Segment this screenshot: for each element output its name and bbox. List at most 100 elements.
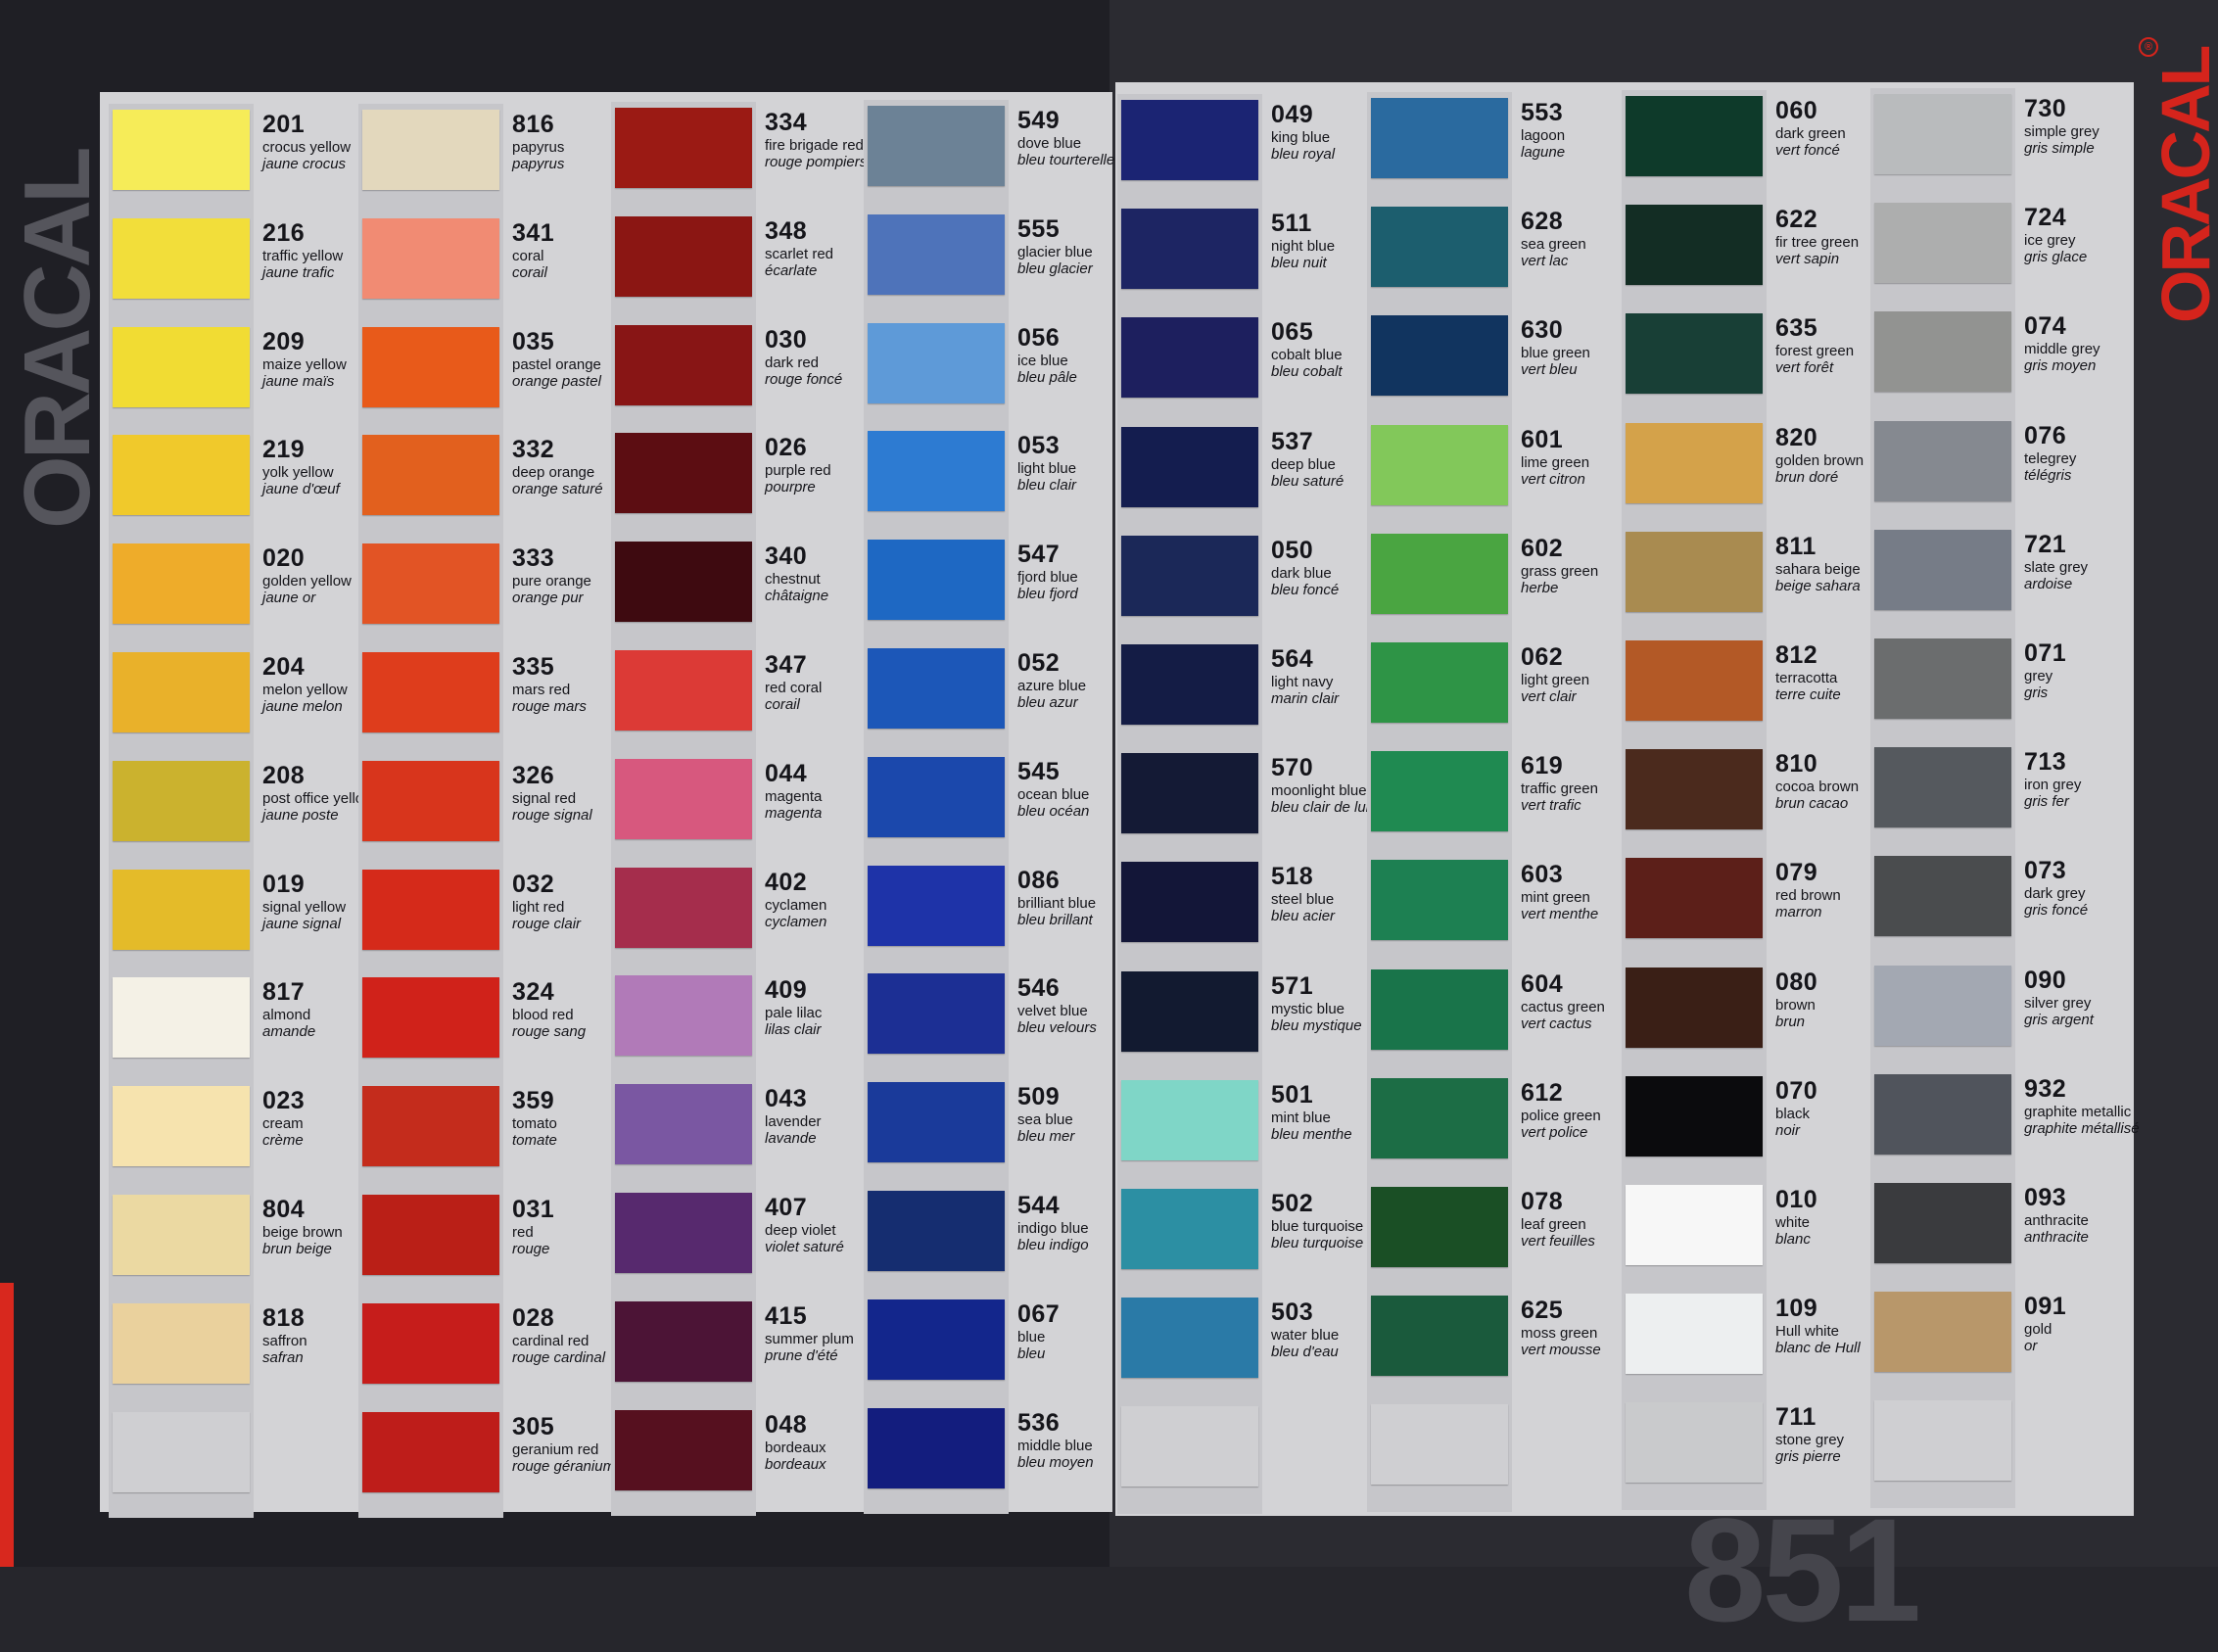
- color-chip: [1371, 315, 1508, 396]
- color-chip: [113, 870, 250, 950]
- blank-chip: [1371, 1404, 1508, 1485]
- color-code: 713: [2024, 748, 2067, 776]
- swatch-label: 091 gold or: [2024, 1292, 2171, 1354]
- swatch-label: 932 graphite metallic graphite métallisé: [2024, 1074, 2171, 1137]
- color-chip: [113, 1195, 250, 1275]
- color-chip: [1121, 644, 1258, 725]
- color-name-french: gris simple: [2024, 140, 2095, 157]
- color-chip: [1121, 536, 1258, 616]
- color-chip: [615, 975, 752, 1056]
- color-name-english: gold: [2024, 1321, 2053, 1338]
- color-chip: [1874, 421, 2011, 501]
- color-code: 091: [2024, 1293, 2067, 1320]
- color-chip: [1371, 860, 1508, 940]
- color-chip: [615, 108, 752, 188]
- color-chip: [362, 761, 499, 841]
- color-chip: [1371, 425, 1508, 505]
- color-chip: [113, 218, 250, 299]
- color-chip: [868, 648, 1005, 729]
- color-chip: [362, 327, 499, 407]
- color-chip: [615, 759, 752, 839]
- red-edge-tab: [0, 1283, 14, 1567]
- color-chip: [868, 866, 1005, 946]
- oracal-logo-left: ORACAL: [5, 150, 110, 529]
- color-chip: [362, 1412, 499, 1492]
- color-chip: [1371, 751, 1508, 831]
- color-chip: [1626, 423, 1763, 503]
- color-chip: [868, 540, 1005, 620]
- color-chip: [1626, 968, 1763, 1048]
- color-name-french: gris moyen: [2024, 357, 2097, 374]
- color-chip: [1371, 642, 1508, 723]
- color-chip: [868, 106, 1005, 186]
- color-chip: [362, 870, 499, 950]
- color-name-french: ardoise: [2024, 576, 2073, 592]
- color-name-english: silver grey: [2024, 995, 2092, 1012]
- color-chip: [1121, 209, 1258, 289]
- color-name-english: dark grey: [2024, 885, 2086, 902]
- color-chip: [1874, 1074, 2011, 1155]
- color-chip: [113, 1303, 250, 1384]
- color-chip: [1626, 96, 1763, 176]
- color-chip: [113, 327, 250, 407]
- color-chip: [1121, 1189, 1258, 1269]
- color-chip: [1874, 530, 2011, 610]
- color-chip: [615, 1301, 752, 1382]
- color-chip: [1121, 1298, 1258, 1378]
- blank-chip: [1121, 1406, 1258, 1487]
- color-code: 721: [2024, 531, 2067, 558]
- blank-chip: [1874, 1400, 2011, 1481]
- color-chip: [1371, 1187, 1508, 1267]
- series-number: 851: [1684, 1487, 1921, 1652]
- color-chip: [362, 977, 499, 1058]
- swatch-label: 074 middle grey gris moyen: [2024, 311, 2171, 374]
- color-chip: [1626, 640, 1763, 721]
- color-name-french: or: [2024, 1338, 2038, 1354]
- color-chip: [1626, 1402, 1763, 1483]
- swatch-label: 721 slate grey ardoise: [2024, 530, 2171, 592]
- color-chip: [1874, 966, 2011, 1046]
- color-chip: [1874, 856, 2011, 936]
- color-chip: [1121, 100, 1258, 180]
- color-chip: [615, 542, 752, 622]
- color-name-french: graphite métallisé: [2024, 1120, 2140, 1137]
- color-name-english: telegrey: [2024, 450, 2077, 467]
- color-chip: [1626, 858, 1763, 938]
- color-chip: [1121, 317, 1258, 398]
- color-name-english: ice grey: [2024, 232, 2076, 249]
- color-chip: [1626, 1185, 1763, 1265]
- color-code: 090: [2024, 967, 2067, 994]
- color-code: 730: [2024, 95, 2067, 122]
- color-name-english: simple grey: [2024, 123, 2100, 140]
- color-chip: [1874, 203, 2011, 283]
- color-chip: [1874, 94, 2011, 174]
- color-chip: [362, 218, 499, 299]
- color-chip: [615, 650, 752, 731]
- color-chip: [868, 1082, 1005, 1162]
- swatch-label: 073 dark grey gris foncé: [2024, 856, 2171, 919]
- color-chip: [615, 1193, 752, 1273]
- color-chip: [362, 543, 499, 624]
- color-name-english: iron grey: [2024, 777, 2082, 793]
- swatch-label: 076 telegrey télégris: [2024, 421, 2171, 484]
- color-chip: [1371, 969, 1508, 1050]
- color-chip: [113, 1086, 250, 1166]
- color-chip: [615, 1410, 752, 1490]
- swatch-label: 093 anthracite anthracite: [2024, 1183, 2171, 1246]
- oracal-logo-right: ORACAL: [2147, 47, 2218, 323]
- color-chip: [1874, 311, 2011, 392]
- color-chip: [1121, 862, 1258, 942]
- color-chip: [113, 652, 250, 732]
- color-code: 071: [2024, 639, 2067, 667]
- color-chip: [113, 761, 250, 841]
- color-chip: [362, 1086, 499, 1166]
- color-chip: [1121, 753, 1258, 833]
- color-chip: [1626, 205, 1763, 285]
- color-chip: [1626, 1076, 1763, 1156]
- color-chip: [868, 1299, 1005, 1380]
- swatch-label: 724 ice grey gris glace: [2024, 203, 2171, 265]
- color-chip: [113, 435, 250, 515]
- color-name-english: graphite metallic: [2024, 1104, 2132, 1120]
- color-chip: [362, 110, 499, 190]
- color-name-french: télégris: [2024, 467, 2072, 484]
